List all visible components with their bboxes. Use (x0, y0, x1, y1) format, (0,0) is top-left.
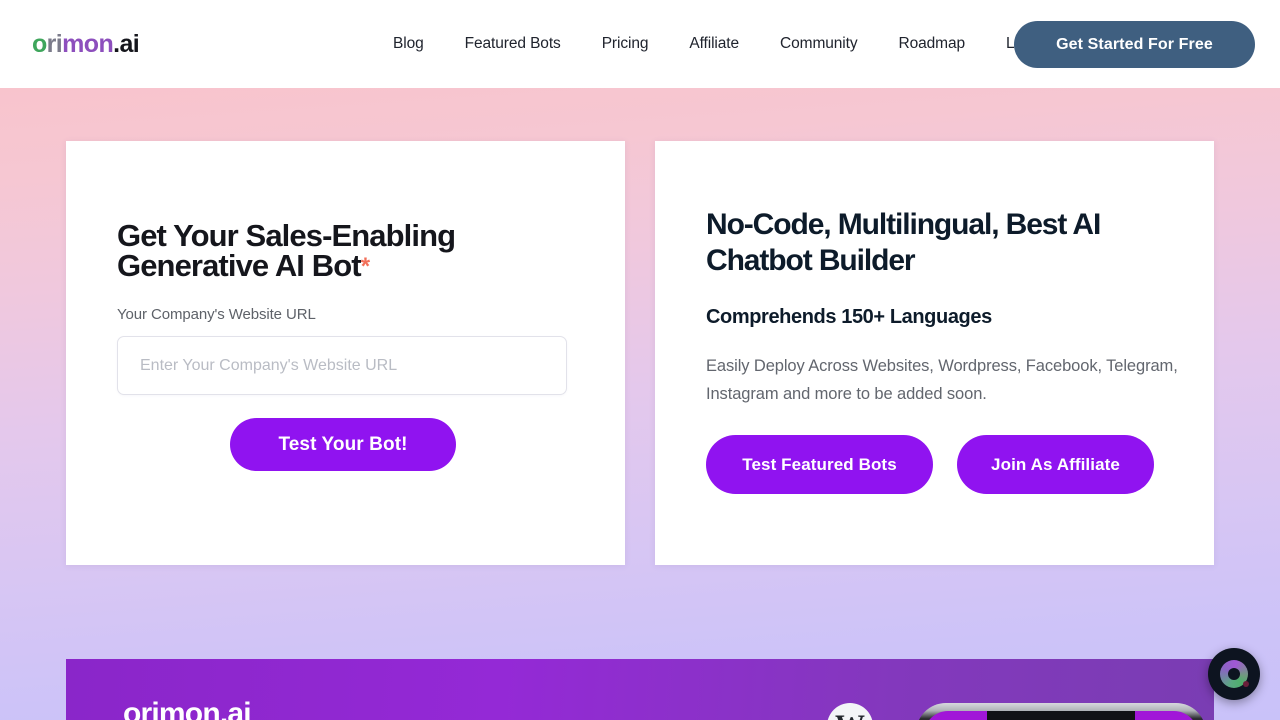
chat-widget-button[interactable] (1208, 648, 1260, 700)
features-description: Easily Deploy Across Websites, Wordpress… (706, 357, 1178, 403)
chat-status-dot (1243, 681, 1249, 687)
phone-mockup (916, 703, 1206, 720)
test-your-bot-button[interactable]: Test Your Bot! (230, 418, 456, 471)
phone-screen (924, 711, 1198, 720)
banner-logo: orimon.ai (123, 697, 252, 720)
website-url-label: Your Company's Website URL (117, 306, 316, 323)
nav-item-affiliate[interactable]: Affiliate (689, 33, 739, 55)
required-asterisk: * (360, 253, 370, 280)
logo-part-3: mon (62, 30, 114, 58)
wordpress-icon: W (827, 703, 873, 720)
site-header: orimon.ai Blog Featured Bots Pricing Aff… (0, 0, 1280, 88)
site-logo[interactable]: orimon.ai (32, 30, 140, 58)
orimon-chat-icon (1220, 660, 1249, 688)
bot-builder-card-content: Get Your Sales-Enabling Generative AI Bo… (117, 218, 577, 395)
bot-builder-heading: Get Your Sales-Enabling Generative AI Bo… (117, 218, 547, 283)
join-as-affiliate-button[interactable]: Join As Affiliate (957, 435, 1154, 494)
nav-item-pricing[interactable]: Pricing (602, 33, 649, 55)
features-card: No-Code, Multilingual, Best AI Chatbot B… (655, 141, 1214, 565)
bot-builder-card: Get Your Sales-Enabling Generative AI Bo… (66, 141, 625, 565)
hero-cards: Get Your Sales-Enabling Generative AI Bo… (66, 141, 1214, 565)
nav-item-roadmap[interactable]: Roadmap (899, 33, 966, 55)
features-card-content: No-Code, Multilingual, Best AI Chatbot B… (706, 207, 1186, 408)
get-started-button[interactable]: Get Started For Free (1014, 21, 1255, 68)
website-url-input[interactable] (117, 336, 567, 395)
nav-item-featured-bots[interactable]: Featured Bots (465, 33, 561, 55)
bot-builder-heading-text: Get Your Sales-Enabling Generative AI Bo… (117, 218, 456, 283)
nav-item-community[interactable]: Community (780, 33, 858, 55)
logo-part-1: o (32, 30, 47, 58)
page-root: orimon.ai Blog Featured Bots Pricing Aff… (0, 0, 1280, 720)
logo-part-4: .ai (113, 30, 140, 58)
features-heading: No-Code, Multilingual, Best AI Chatbot B… (706, 208, 1101, 277)
phone-notch (987, 711, 1135, 720)
wordpress-glyph: W (835, 711, 865, 720)
nav-item-blog[interactable]: Blog (393, 33, 424, 55)
features-subheading: Comprehends 150+ Languages (706, 306, 992, 328)
promo-banner: orimon.ai W (66, 659, 1214, 720)
logo-part-2: ri (46, 30, 63, 58)
features-button-row: Test Featured Bots Join As Affiliate (706, 435, 1154, 494)
main-navigation: Blog Featured Bots Pricing Affiliate Com… (393, 33, 1044, 55)
test-featured-bots-button[interactable]: Test Featured Bots (706, 435, 933, 494)
